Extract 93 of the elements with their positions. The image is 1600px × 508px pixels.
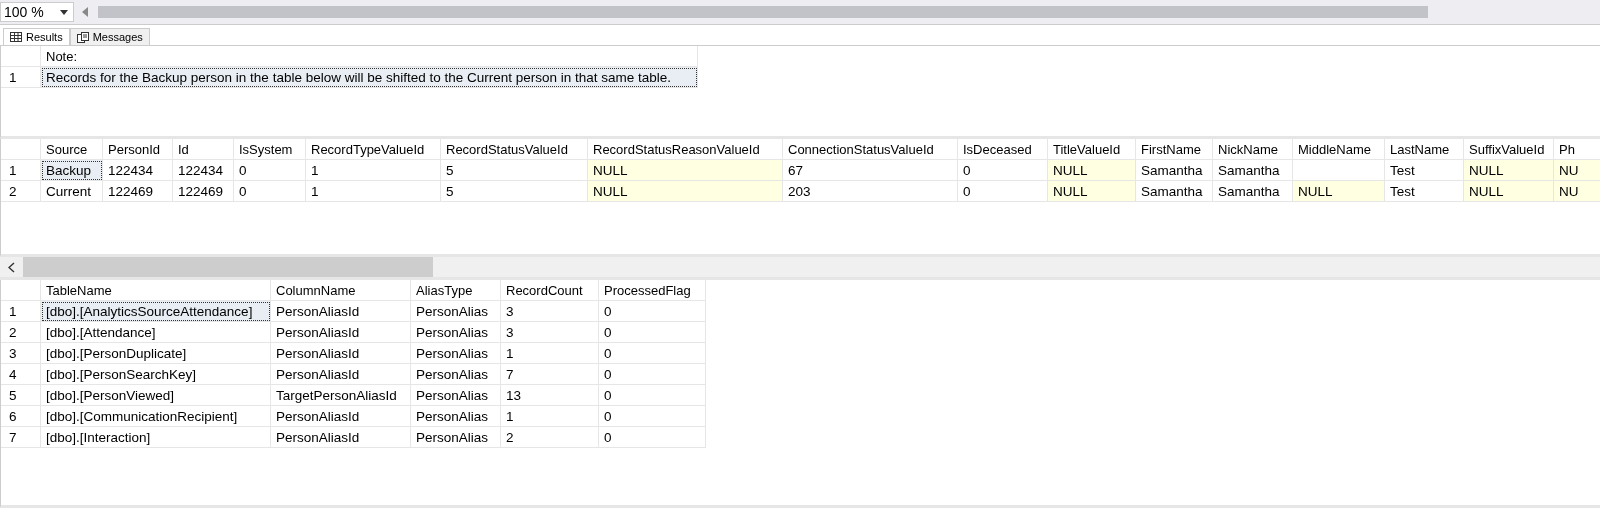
table-cell: 3 (501, 301, 599, 322)
row-number: 3 (1, 343, 41, 364)
column-header[interactable]: AliasType (411, 280, 501, 301)
grid-icon (10, 32, 22, 42)
table-cell: [dbo].[PersonSearchKey] (41, 364, 271, 385)
table-cell: PersonAliasId (271, 343, 411, 364)
column-header[interactable]: IsSystem (234, 139, 306, 160)
table-cell: 0 (599, 406, 706, 427)
table-cell: 122434 (103, 160, 173, 181)
table-cell: 0 (599, 322, 706, 343)
table-cell: NULL (588, 181, 783, 202)
table-cell: 67 (783, 160, 958, 181)
table-cell: PersonAlias (411, 385, 501, 406)
table-cell: Samantha (1136, 181, 1213, 202)
table-cell: PersonAlias (411, 322, 501, 343)
column-header[interactable]: LastName (1385, 139, 1464, 160)
table-cell: PersonAliasId (271, 406, 411, 427)
table-cell: [dbo].[PersonViewed] (41, 385, 271, 406)
table-cell: NULL (1464, 160, 1554, 181)
corner-header[interactable] (1, 46, 41, 67)
table-cell: [dbo].[AnalyticsSourceAttendance] (41, 301, 271, 322)
table-cell: 0 (234, 160, 306, 181)
table-cell: NULL (1048, 160, 1136, 181)
table-cell: NULL (588, 160, 783, 181)
table-cell: 3 (501, 322, 599, 343)
caret-icon (60, 9, 68, 15)
table-cell: TargetPersonAliasId (271, 385, 411, 406)
column-header[interactable]: NickName (1213, 139, 1293, 160)
table-cell: 203 (783, 181, 958, 202)
table-cell: PersonAliasId (271, 322, 411, 343)
table-cell: [dbo].[Attendance] (41, 322, 271, 343)
zoom-dropdown[interactable]: 100 % (0, 2, 74, 22)
table-cell: Backup (41, 160, 103, 181)
row-number: 7 (1, 427, 41, 448)
column-header[interactable]: PersonId (103, 139, 173, 160)
table-cell: Samantha (1213, 160, 1293, 181)
table-cell: PersonAlias (411, 343, 501, 364)
table-cell: 122469 (173, 181, 234, 202)
table-cell: 2 (501, 427, 599, 448)
column-header[interactable]: RecordCount (501, 280, 599, 301)
column-header[interactable]: MiddleName (1293, 139, 1385, 160)
table-cell: PersonAliasId (271, 364, 411, 385)
table-cell: 7 (501, 364, 599, 385)
row-number: 5 (1, 385, 41, 406)
row-number: 6 (1, 406, 41, 427)
table-cell: 0 (599, 301, 706, 322)
row-number: 4 (1, 364, 41, 385)
column-header[interactable]: FirstName (1136, 139, 1213, 160)
tab[interactable]: Messages (69, 28, 150, 45)
table-cell: NULL (1048, 181, 1136, 202)
tab[interactable]: Results (3, 28, 70, 45)
table-cell: 122469 (103, 181, 173, 202)
table-cell: [dbo].[Interaction] (41, 427, 271, 448)
table-cell: PersonAliasId (271, 427, 411, 448)
column-header[interactable]: ProcessedFlag (599, 280, 706, 301)
table-cell: NU (1554, 160, 1600, 181)
table-cell: Current (41, 181, 103, 202)
table-cell: 0 (599, 385, 706, 406)
column-header[interactable]: ColumnName (271, 280, 411, 301)
table-cell: Samantha (1136, 160, 1213, 181)
column-header[interactable]: RecordTypeValueId (306, 139, 441, 160)
table-cell: PersonAlias (411, 406, 501, 427)
table-cell: 1 (306, 181, 441, 202)
table-cell: 0 (599, 364, 706, 385)
table-cell: PersonAlias (411, 427, 501, 448)
column-header[interactable]: RecordStatusValueId (441, 139, 588, 160)
table-cell: [dbo].[CommunicationRecipient] (41, 406, 271, 427)
table-cell: PersonAliasId (271, 301, 411, 322)
column-header[interactable]: Id (173, 139, 234, 160)
row-number: 2 (1, 181, 41, 202)
table-cell: 1 (306, 160, 441, 181)
table-cell: PersonAlias (411, 364, 501, 385)
table-cell: PersonAlias (411, 301, 501, 322)
table-cell: Records for the Backup person in the table below will be shifted to the Current person in that same table. (41, 67, 698, 88)
corner-header[interactable] (1, 139, 41, 160)
corner-header[interactable] (1, 280, 41, 301)
document-icon (76, 31, 89, 43)
table-cell: 1 (501, 406, 599, 427)
table-cell: 0 (599, 427, 706, 448)
table-cell: 13 (501, 385, 599, 406)
table-cell: 0 (234, 181, 306, 202)
table-cell: NULL (1293, 181, 1385, 202)
table-cell: 1 (501, 343, 599, 364)
column-header[interactable]: ConnectionStatusValueId (783, 139, 958, 160)
horizontal-scrollbar[interactable] (0, 257, 1600, 280)
column-header[interactable]: IsDeceased (958, 139, 1048, 160)
table-cell: 0 (599, 343, 706, 364)
table-cell: NU (1554, 181, 1600, 202)
row-number: 2 (1, 322, 41, 343)
table-cell: 122434 (173, 160, 234, 181)
table-cell: NULL (1464, 181, 1554, 202)
table-cell: [dbo].[PersonDuplicate] (41, 343, 271, 364)
scroll-left-icon[interactable] (8, 261, 15, 273)
